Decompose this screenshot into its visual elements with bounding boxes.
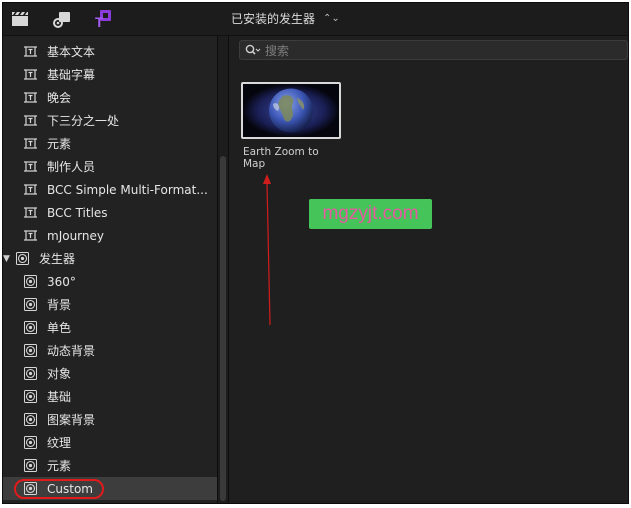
generators-browser-window: T 已安装的发生器 ⌃⌄ 基本文本 基础字幕 晚会 下三分之一处 元素 制作人员 BCC S… bbox=[2, 2, 629, 504]
annotation-circle bbox=[14, 479, 104, 499]
annotation-arrow bbox=[263, 174, 271, 326]
